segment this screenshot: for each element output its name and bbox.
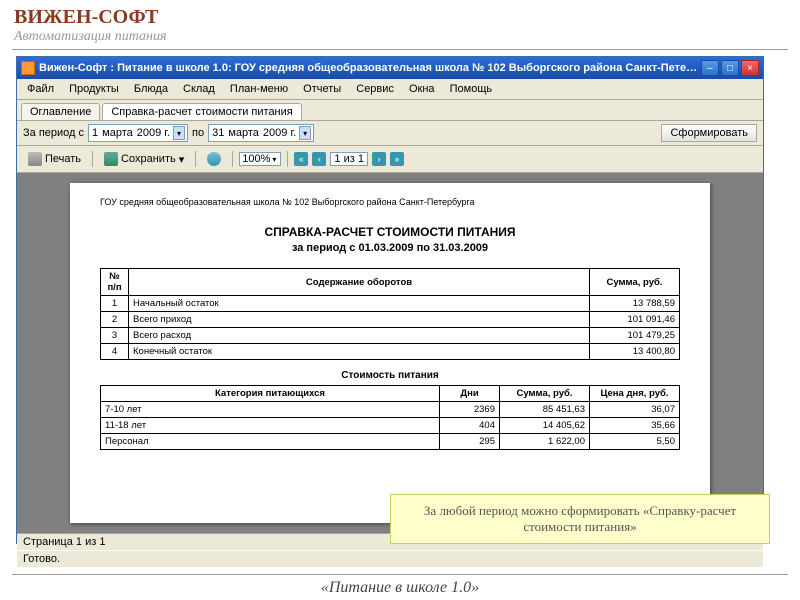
menu-reports[interactable]: Отчеты: [297, 81, 347, 97]
print-icon: [28, 152, 42, 166]
table-row: 4Конечный остаток13 400,80: [101, 344, 680, 360]
th-desc: Содержание оборотов: [129, 269, 590, 296]
date-to-day: 31: [211, 127, 225, 139]
print-label: Печать: [45, 153, 81, 165]
nav-next-button[interactable]: ›: [372, 152, 386, 166]
table-row: 3Всего расход101 479,25: [101, 328, 680, 344]
th-category: Категория питающихся: [101, 386, 440, 402]
tab-report[interactable]: Справка-расчет стоимости питания: [102, 103, 301, 120]
menu-products[interactable]: Продукты: [63, 81, 125, 97]
filter-to-label: по: [192, 127, 204, 139]
window-title: Вижен-Софт : Питание в школе 1.0: ГОУ ср…: [39, 62, 701, 74]
brand-tagline: Автоматизация питания: [14, 29, 786, 45]
document-viewport[interactable]: ГОУ средняя общеобразовательная школа № …: [17, 173, 763, 533]
print-button[interactable]: Печать: [23, 149, 86, 169]
menu-warehouse[interactable]: Склад: [177, 81, 221, 97]
slide-product-title: «Питание в школе 1.0»: [0, 579, 800, 597]
table-row: 1Начальный остаток13 788,59: [101, 296, 680, 312]
date-from-year: 2009 г.: [136, 127, 171, 139]
separator: [195, 151, 196, 167]
school-name: ГОУ средняя общеобразовательная школа № …: [100, 197, 680, 207]
report-toolbar: Печать Сохранить ▾ 100% ▾ « ‹ 1 из 1 › »: [17, 146, 763, 173]
table-row: 2Всего приход101 091,46: [101, 312, 680, 328]
turnover-table: № п/п Содержание оборотов Сумма, руб. 1Н…: [100, 268, 680, 360]
app-window: Вижен-Софт : Питание в школе 1.0: ГОУ ср…: [16, 56, 764, 544]
close-button[interactable]: ×: [741, 60, 759, 76]
cost-table: Категория питающихся Дни Сумма, руб. Цен…: [100, 385, 680, 450]
menu-service[interactable]: Сервис: [350, 81, 400, 97]
date-to[interactable]: 31 марта 2009 г. ▾: [208, 124, 314, 142]
tabbar: Оглавление Справка-расчет стоимости пита…: [17, 100, 763, 121]
nav-first-button[interactable]: «: [294, 152, 308, 166]
table-row: 7-10 лет236985 451,6336,07: [101, 402, 680, 418]
app-icon: [21, 61, 35, 75]
report-subtitle: за период с 01.03.2009 по 31.03.2009: [100, 242, 680, 254]
maximize-button[interactable]: □: [721, 60, 739, 76]
zoom-value: 100%: [242, 153, 270, 165]
menu-planmenu[interactable]: План-меню: [224, 81, 294, 97]
th-sum: Сумма, руб.: [500, 386, 590, 402]
separator: [287, 151, 288, 167]
nav-last-button[interactable]: »: [390, 152, 404, 166]
divider-top: [12, 49, 788, 50]
date-from[interactable]: 1 марта 2009 г. ▾: [88, 124, 188, 142]
nav-prev-button[interactable]: ‹: [312, 152, 326, 166]
cost-table-title: Стоимость питания: [100, 370, 680, 381]
menu-file[interactable]: Файл: [21, 81, 60, 97]
tab-toc[interactable]: Оглавление: [21, 103, 100, 120]
generate-button[interactable]: Сформировать: [661, 124, 757, 142]
menu-help[interactable]: Помощь: [444, 81, 499, 97]
save-dropdown-icon: ▾: [179, 153, 185, 166]
status-page: Страница 1 из 1: [23, 536, 105, 548]
date-from-dropdown-icon[interactable]: ▾: [173, 126, 185, 140]
date-to-year: 2009 г.: [262, 127, 297, 139]
save-icon: [104, 152, 118, 166]
date-from-month: марта: [101, 127, 134, 139]
table-row: Персонал2951 622,005,50: [101, 434, 680, 450]
th-price: Цена дня, руб.: [590, 386, 680, 402]
status-bar-ready: Готово.: [17, 550, 763, 567]
report-title: СПРАВКА-РАСЧЕТ СТОИМОСТИ ПИТАНИЯ: [100, 225, 680, 239]
separator: [232, 151, 233, 167]
minimize-button[interactable]: –: [701, 60, 719, 76]
date-to-month: марта: [227, 127, 260, 139]
page-indicator: 1 из 1: [330, 152, 368, 166]
th-sum: Сумма, руб.: [590, 269, 680, 296]
date-to-dropdown-icon[interactable]: ▾: [299, 126, 311, 140]
zoom-dropdown[interactable]: 100% ▾: [239, 152, 281, 166]
status-ready: Готово.: [23, 553, 60, 565]
table-row: 11-18 лет40414 405,6235,66: [101, 418, 680, 434]
refresh-icon: [207, 152, 221, 166]
menu-dishes[interactable]: Блюда: [128, 81, 174, 97]
th-num: № п/п: [101, 269, 129, 296]
th-days: Дни: [440, 386, 500, 402]
filter-label: За период с: [23, 127, 84, 139]
separator: [92, 151, 93, 167]
date-from-day: 1: [91, 127, 99, 139]
menubar: Файл Продукты Блюда Склад План-меню Отче…: [17, 79, 763, 100]
titlebar: Вижен-Софт : Питание в школе 1.0: ГОУ ср…: [17, 57, 763, 79]
refresh-button[interactable]: [202, 149, 226, 169]
divider-bottom: [12, 574, 788, 575]
save-label: Сохранить: [121, 153, 176, 165]
menu-window[interactable]: Окна: [403, 81, 441, 97]
chevron-down-icon: ▾: [270, 155, 278, 164]
brand-title: ВИЖЕН-СОФТ: [14, 6, 786, 29]
filter-bar: За период с 1 марта 2009 г. ▾ по 31 март…: [17, 121, 763, 146]
report-page: ГОУ средняя общеобразовательная школа № …: [70, 183, 710, 523]
save-button[interactable]: Сохранить ▾: [99, 149, 189, 169]
slide-callout: За любой период можно сформировать «Спра…: [390, 494, 770, 544]
